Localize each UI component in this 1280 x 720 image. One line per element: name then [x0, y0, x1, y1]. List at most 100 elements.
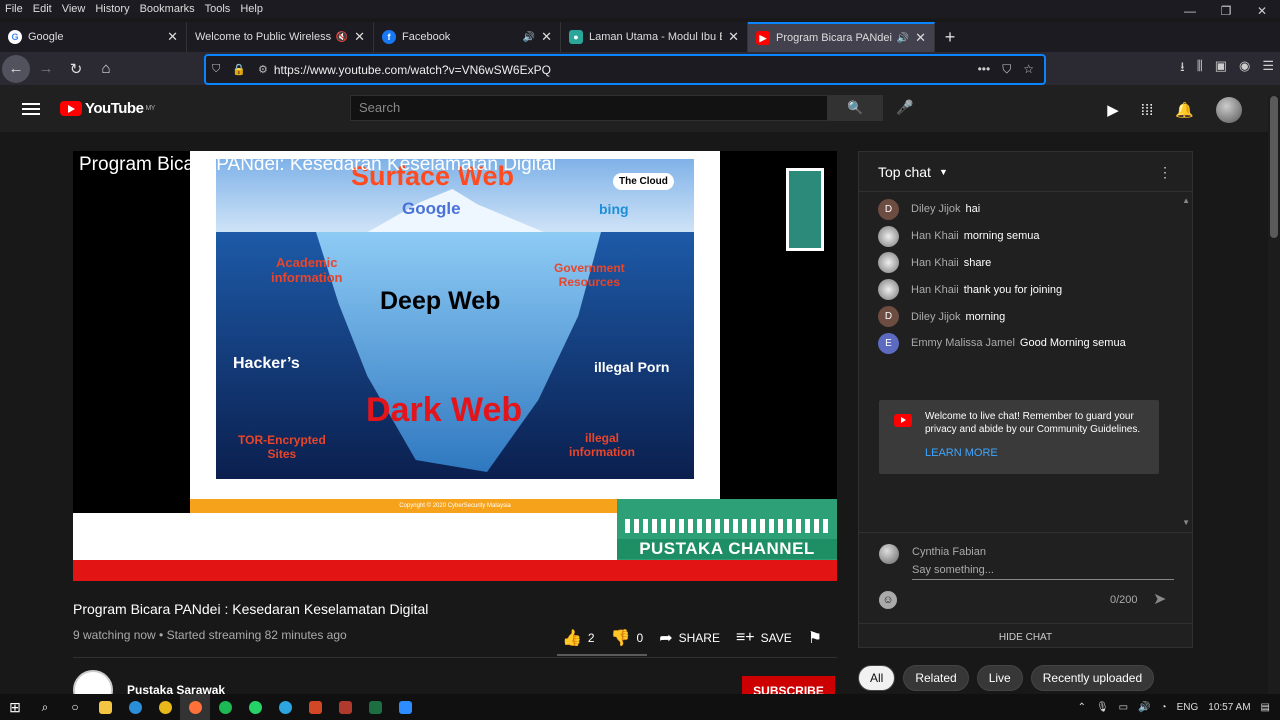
lock-icon[interactable]: 🔒 — [232, 63, 246, 76]
tab-modul[interactable]: ● Laman Utama - Modul Ibu Bap ✕ — [561, 22, 748, 52]
excel-icon[interactable] — [360, 694, 390, 720]
back-icon[interactable]: ← — [2, 54, 30, 83]
tab-youtube[interactable]: ▶ Program Bicara PANdei : Ke 🔊 ✕ — [748, 22, 935, 52]
tab-google[interactable]: G Google ✕ — [0, 22, 187, 52]
notification-icon[interactable]: ▤ — [1261, 702, 1270, 713]
tab-facebook[interactable]: f Facebook 🔊 ✕ — [374, 22, 561, 52]
volume-icon[interactable]: 🔊 — [1138, 702, 1150, 713]
video-player[interactable]: Surface Web The Cloud Google bing Academ… — [73, 151, 837, 581]
menu-edit[interactable]: Edit — [28, 3, 57, 15]
chip-all[interactable]: All — [858, 665, 896, 691]
voice-search-icon[interactable]: 🎤 — [896, 99, 913, 116]
search-button[interactable]: 🔍 — [828, 95, 883, 121]
download-icon[interactable]: ⭳ — [1180, 58, 1185, 80]
wifi-icon[interactable]: ◔ — [1161, 702, 1167, 713]
chat-author[interactable]: Han Khaii — [911, 257, 959, 269]
permissions-icon[interactable]: ⚙ — [258, 63, 268, 76]
avatar[interactable]: D — [878, 306, 899, 328]
avatar[interactable] — [878, 279, 899, 301]
powerpoint-icon[interactable] — [300, 694, 330, 720]
hide-chat-button[interactable]: HIDE CHAT — [859, 623, 1192, 650]
zoom-icon[interactable] — [390, 694, 420, 720]
chat-author[interactable]: Han Khaii — [911, 284, 959, 296]
save-button[interactable]: ≡+ SAVE — [736, 629, 792, 647]
chat-header[interactable]: Top chat ▼ — [859, 152, 1192, 192]
apps-grid-icon[interactable]: ⁞⁞⁞ — [1141, 102, 1154, 119]
scroll-down-icon[interactable]: ▼ — [1182, 518, 1190, 527]
sidebar-icon[interactable]: ▣ — [1215, 58, 1227, 80]
close-tab-icon[interactable]: ✕ — [354, 29, 365, 45]
language-indicator[interactable]: ENG — [1177, 702, 1199, 713]
menu-view[interactable]: View — [57, 3, 91, 15]
new-tab-icon[interactable]: + — [935, 22, 965, 52]
learn-more-link[interactable]: LEARN MORE — [925, 447, 1149, 460]
search-input[interactable]: Search — [350, 95, 828, 121]
menu-tools[interactable]: Tools — [200, 3, 236, 15]
tab-wireless[interactable]: Welcome to Public Wireless Net 🔇 ✕ — [187, 22, 374, 52]
chrome-icon[interactable] — [150, 694, 180, 720]
firefox-icon[interactable] — [180, 694, 210, 720]
send-icon[interactable]: ➤ — [1153, 589, 1166, 609]
close-tab-icon[interactable]: ✕ — [728, 29, 739, 45]
avatar[interactable] — [878, 252, 899, 274]
more-icon[interactable]: ••• — [978, 62, 991, 77]
menu-history[interactable]: History — [90, 3, 134, 15]
search-icon[interactable]: ⌕ — [30, 694, 60, 720]
menu-bookmarks[interactable]: Bookmarks — [135, 3, 200, 15]
close-tab-icon[interactable]: ✕ — [541, 29, 552, 45]
restore-icon[interactable]: ❐ — [1208, 0, 1244, 22]
minimize-icon[interactable]: — — [1172, 0, 1208, 22]
windows-start-icon[interactable]: ⊞ — [0, 694, 30, 720]
create-video-icon[interactable]: ▶ — [1107, 101, 1119, 119]
page-scrollbar[interactable] — [1268, 96, 1280, 696]
emoji-icon[interactable]: ☺ — [879, 591, 897, 609]
cortana-icon[interactable]: ○ — [60, 694, 90, 720]
notifications-bell-icon[interactable]: 🔔 — [1175, 101, 1194, 119]
chat-author[interactable]: Emmy Malissa Jamel — [911, 337, 1015, 349]
reload-icon[interactable]: ↻ — [62, 55, 90, 83]
clock[interactable]: 10:57 AM — [1208, 702, 1250, 713]
avatar[interactable] — [878, 225, 899, 247]
whatsapp-icon[interactable] — [240, 694, 270, 720]
home-icon[interactable]: ⌂ — [92, 55, 120, 83]
chat-author[interactable]: Diley Jijok — [911, 311, 961, 323]
scrollbar-thumb[interactable] — [1270, 96, 1278, 238]
like-button[interactable]: 👍 2 — [562, 628, 595, 648]
chip-recently-uploaded[interactable]: Recently uploaded — [1030, 665, 1155, 691]
file-explorer-icon[interactable] — [90, 694, 120, 720]
shield-icon[interactable]: ⛉ — [212, 63, 220, 76]
bookmark-star-icon[interactable]: ☆ — [1023, 62, 1034, 77]
chat-author[interactable]: Diley Jijok — [911, 203, 961, 215]
muted-icon[interactable]: 🔇 — [336, 32, 348, 43]
youtube-logo[interactable]: YouTube MY — [60, 100, 155, 117]
close-tab-icon[interactable]: ✕ — [915, 30, 926, 46]
microphone-icon[interactable]: 🎙 — [1096, 702, 1109, 713]
close-tab-icon[interactable]: ✕ — [167, 29, 178, 45]
pocket-icon[interactable]: ⛉ — [1002, 62, 1011, 77]
menu-help[interactable]: Help — [235, 3, 268, 15]
forward-icon[interactable]: → — [32, 55, 60, 83]
address-bar[interactable]: ⛉ 🔒 ⚙ https://www.youtube.com/watch?v=VN… — [204, 54, 1046, 85]
telegram-icon[interactable] — [270, 694, 300, 720]
app-menu-icon[interactable]: ☰ — [1262, 58, 1274, 80]
chat-mode-label[interactable]: Top chat — [878, 164, 931, 180]
avatar[interactable]: D — [878, 198, 899, 220]
library-icon[interactable]: ⫼ — [1197, 58, 1203, 80]
menu-file[interactable]: File — [0, 3, 28, 15]
url-text[interactable]: https://www.youtube.com/watch?v=VN6wSW6E… — [274, 63, 551, 77]
avatar[interactable]: E — [878, 332, 899, 354]
edge-icon[interactable] — [120, 694, 150, 720]
chip-live[interactable]: Live — [976, 665, 1023, 691]
account-icon[interactable]: ◉ — [1239, 58, 1250, 80]
report-button[interactable]: ⚑ — [808, 628, 822, 648]
share-button[interactable]: ➦ SHARE — [659, 628, 720, 648]
hamburger-menu-icon[interactable] — [22, 100, 40, 118]
more-options-icon[interactable]: ⋮ — [1158, 164, 1172, 181]
chevron-up-icon[interactable]: ⌃ — [1078, 702, 1086, 713]
chevron-down-icon[interactable]: ▼ — [939, 167, 948, 177]
speaker-icon[interactable]: 🔊 — [523, 32, 535, 43]
dislike-button[interactable]: 👎 0 — [611, 628, 644, 648]
speaker-icon[interactable]: 🔊 — [897, 33, 909, 44]
chip-related[interactable]: Related — [903, 665, 969, 691]
close-window-icon[interactable]: ✕ — [1244, 0, 1280, 22]
